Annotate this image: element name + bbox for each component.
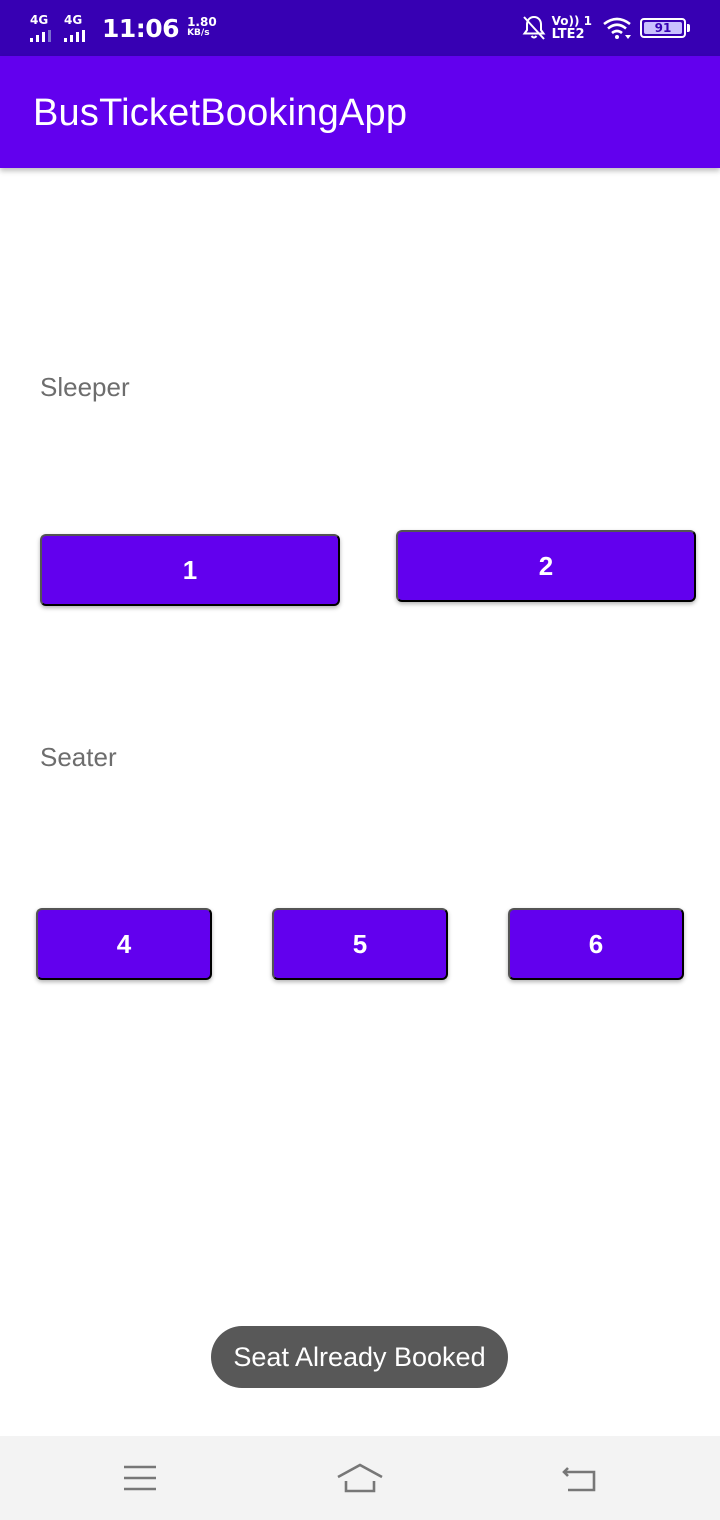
network-speed-unit: KB/s xyxy=(187,28,210,38)
network-speed: 1.80 KB/s xyxy=(187,15,217,39)
status-bar-right: Vo)) 1 LTE2 91 xyxy=(522,12,690,44)
lte-label: LTE2 xyxy=(551,27,585,42)
network-type-1: 4G xyxy=(30,13,49,27)
status-bar-left: 4G 4G 11:06 1.80 KB/s xyxy=(30,12,217,44)
wifi-icon xyxy=(603,17,631,39)
battery-level: 91 xyxy=(654,21,672,35)
back-button[interactable] xyxy=(556,1458,604,1498)
menu-button[interactable] xyxy=(116,1458,164,1498)
seat-button-2[interactable]: 2 xyxy=(396,530,696,602)
status-bar: 4G 4G 11:06 1.80 KB/s Vo)) 1 LTE2 91 xyxy=(0,0,720,56)
toast-message: Seat Already Booked xyxy=(211,1326,508,1388)
back-icon xyxy=(562,1467,596,1492)
seat-button-1[interactable]: 1 xyxy=(40,534,340,606)
signal-icon xyxy=(30,30,51,42)
signal-icon xyxy=(64,30,85,42)
app-title: BusTicketBookingApp xyxy=(33,92,408,134)
volte-indicator: Vo)) 1 LTE2 xyxy=(551,15,592,42)
home-button[interactable] xyxy=(336,1458,384,1498)
seat-button-5[interactable]: 5 xyxy=(272,908,448,980)
seat-button-6[interactable]: 6 xyxy=(508,908,684,980)
navigation-bar xyxy=(0,1436,720,1520)
app-bar: BusTicketBookingApp xyxy=(0,56,720,168)
signal-indicator-2: 4G xyxy=(64,14,90,42)
status-time: 11:06 xyxy=(102,13,180,43)
network-speed-value: 1.80 xyxy=(187,15,217,29)
seat-button-4[interactable]: 4 xyxy=(36,908,212,980)
network-type-2: 4G xyxy=(64,13,83,27)
battery-icon: 91 xyxy=(640,18,690,38)
sleeper-label: Sleeper xyxy=(40,372,130,402)
seater-label: Seater xyxy=(40,742,117,772)
home-icon xyxy=(337,1463,383,1493)
notifications-off-icon xyxy=(522,15,546,40)
signal-indicator-1: 4G xyxy=(30,14,56,42)
battery-tip xyxy=(687,24,690,32)
menu-icon xyxy=(124,1465,156,1491)
